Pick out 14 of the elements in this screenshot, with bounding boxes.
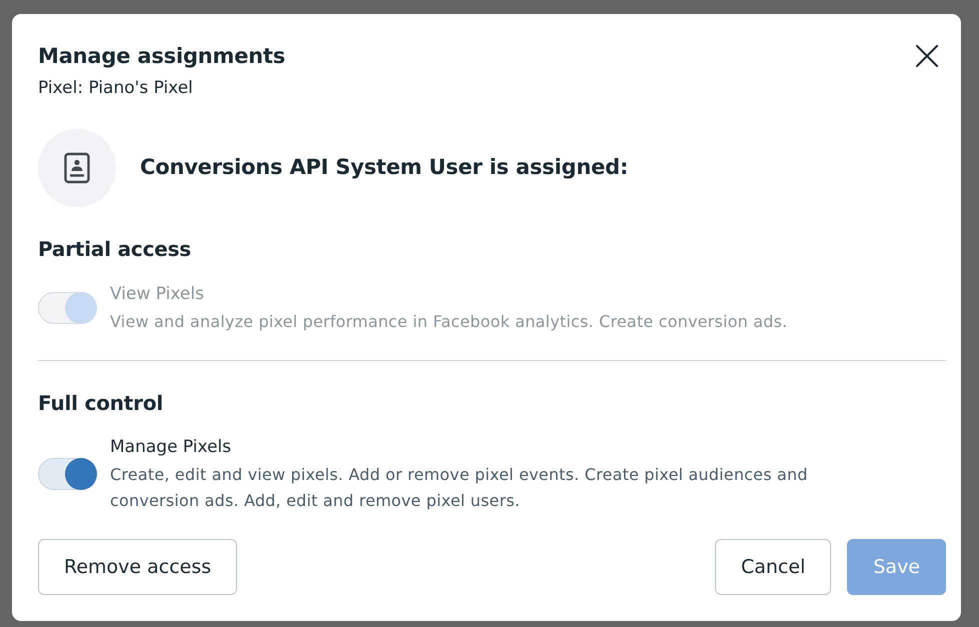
close-button[interactable] bbox=[916, 45, 938, 67]
permission-label: Manage Pixels bbox=[110, 436, 232, 459]
permission-label: View Pixels bbox=[110, 283, 205, 306]
permission-description: View and analyze pixel performance in Facebook analytics. Create conversion ads. bbox=[110, 311, 788, 333]
action-button[interactable]: Cancel bbox=[714, 539, 832, 595]
dialog-title: Manage assignments bbox=[38, 43, 286, 70]
id-badge-icon bbox=[38, 129, 116, 207]
dialog-subtitle: Pixel: Piano's Pixel bbox=[38, 77, 194, 100]
section-title: Full control bbox=[38, 390, 164, 417]
permission-description: Create, edit and view pixels. Add or remove pixel events. Create pixel audiences and conversion ads. Add, edit and remove pixel users. bbox=[110, 464, 809, 512]
toggle-switch[interactable] bbox=[38, 458, 97, 490]
section-title: Partial access bbox=[38, 236, 192, 263]
action-button[interactable]: Remove access bbox=[38, 539, 238, 595]
assignment-heading: Conversions API System User is assigned: bbox=[140, 154, 628, 182]
